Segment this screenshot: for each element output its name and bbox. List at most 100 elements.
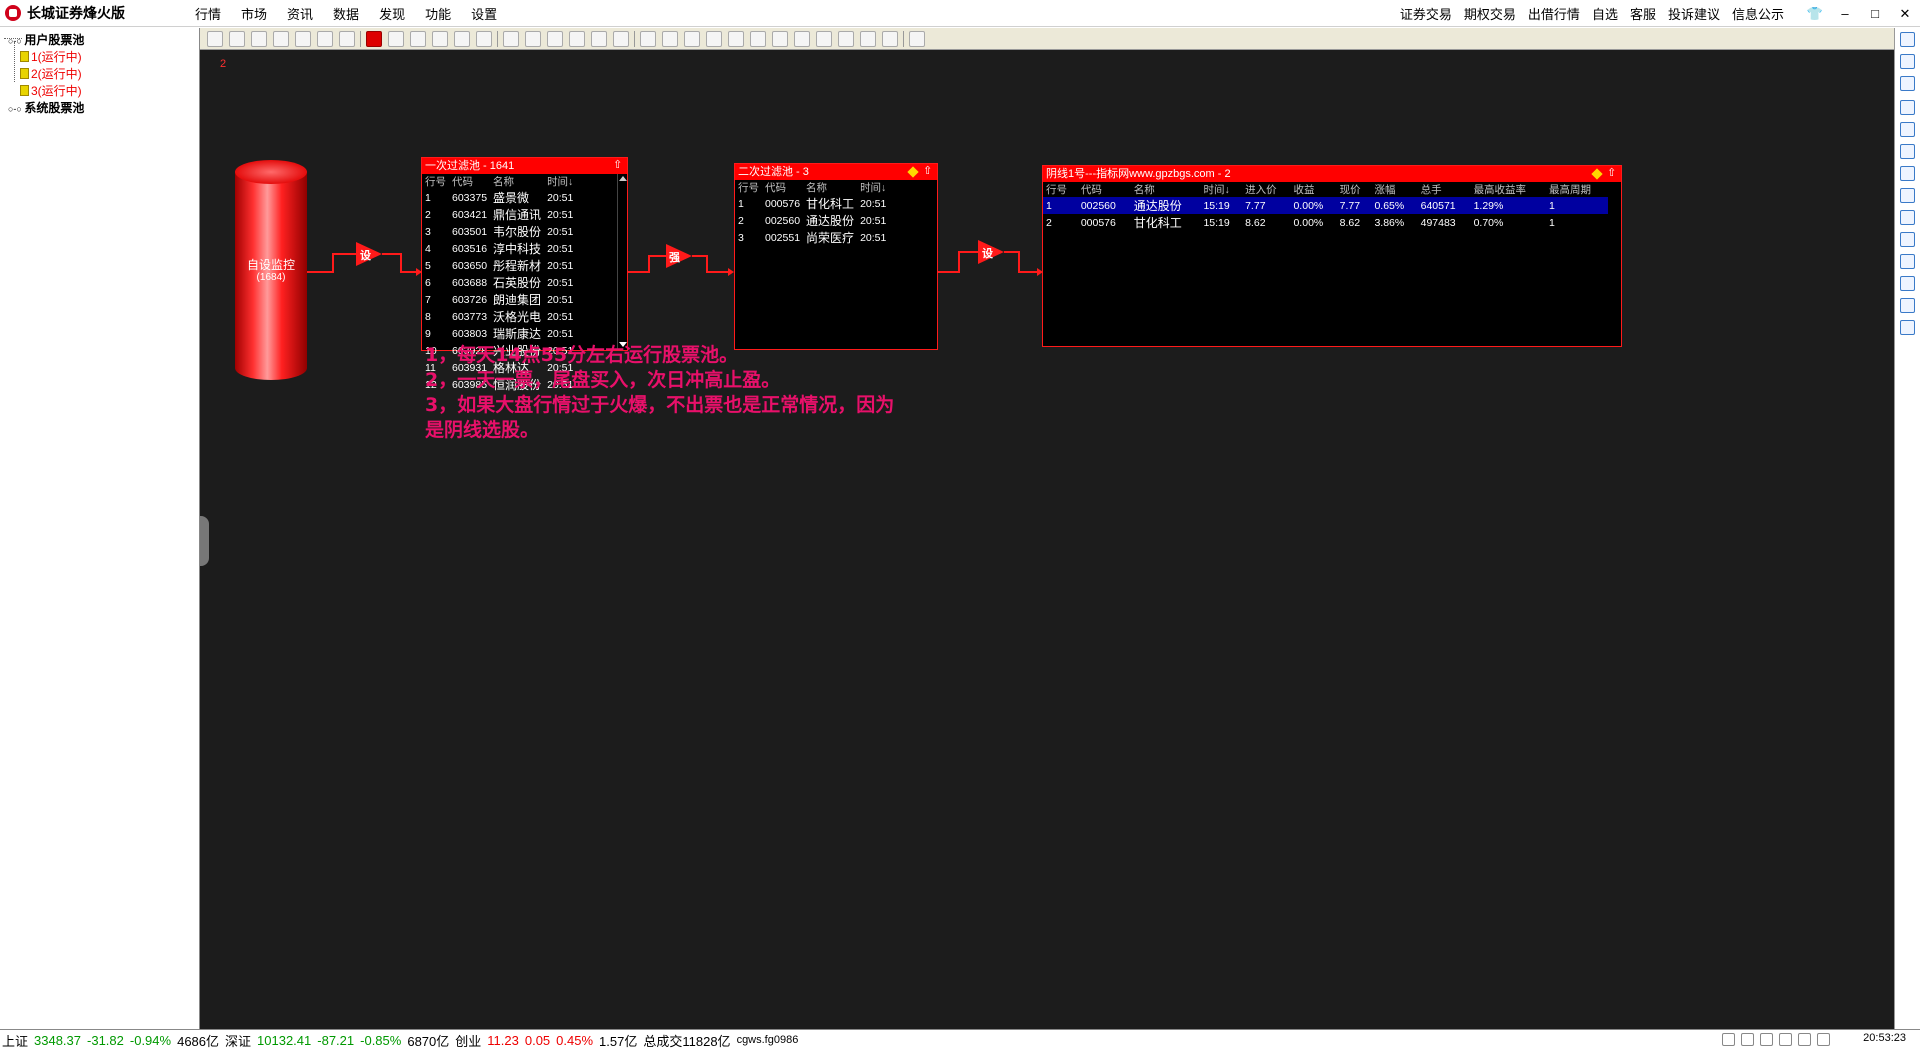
cy-label[interactable]: 创业 bbox=[455, 1031, 481, 1050]
same-width-icon[interactable] bbox=[860, 30, 876, 47]
down-icon[interactable] bbox=[1900, 76, 1915, 91]
back-icon[interactable] bbox=[1900, 32, 1915, 47]
menu-lending-quotes[interactable]: 出借行情 bbox=[1522, 4, 1586, 23]
align-middle-icon[interactable] bbox=[750, 30, 766, 47]
f10-icon[interactable] bbox=[1900, 210, 1915, 225]
col-row[interactable]: 行号 bbox=[735, 180, 762, 195]
table-row[interactable]: 7 603726 朗迪集团 20:51 bbox=[422, 291, 576, 308]
menu-disclosure[interactable]: 信息公示 bbox=[1726, 4, 1790, 23]
menu-watchlist[interactable]: 自选 bbox=[1586, 4, 1624, 23]
notes-icon[interactable] bbox=[1760, 1033, 1773, 1046]
col-name[interactable]: 名称 bbox=[803, 180, 857, 195]
network-icon[interactable] bbox=[1817, 1033, 1830, 1046]
filter-tool-icon[interactable] bbox=[432, 30, 448, 47]
close-button[interactable]: ✕ bbox=[1890, 6, 1920, 22]
circle-tool-icon[interactable] bbox=[569, 30, 585, 47]
refresh-icon[interactable] bbox=[1722, 1033, 1735, 1046]
align-bottom-icon[interactable] bbox=[772, 30, 788, 47]
settings-icon[interactable] bbox=[1900, 320, 1915, 335]
new-icon[interactable] bbox=[207, 30, 223, 47]
table-row[interactable]: 5 603650 彤程新材 20:51 bbox=[422, 257, 576, 274]
menu-item-discover[interactable]: 发现 bbox=[369, 4, 415, 23]
line-tool-icon[interactable] bbox=[525, 30, 541, 47]
ellipse-tool-icon[interactable] bbox=[613, 30, 629, 47]
arrow-tool-icon[interactable] bbox=[454, 30, 470, 47]
flow-canvas[interactable]: 2 自设监控 (1684) 设 一次过滤池 - 1641 ⇧ 行号 代码 名称 … bbox=[200, 28, 1894, 1029]
filter-pool-1-panel[interactable]: 一次过滤池 - 1641 ⇧ 行号 代码 名称 时间↓ 1 603375 盛景微 20… bbox=[421, 157, 628, 392]
menu-item-news[interactable]: 资讯 bbox=[277, 4, 323, 23]
table-row[interactable]: 6 603688 石英股份 20:51 bbox=[422, 274, 576, 291]
skin-icon[interactable]: 👕 bbox=[1800, 6, 1830, 22]
tree-item-pool-3[interactable]: 3(运行中) bbox=[20, 82, 82, 99]
col-change-pct[interactable]: 涨幅 bbox=[1371, 182, 1417, 197]
menu-item-market[interactable]: 市场 bbox=[231, 4, 277, 23]
pool-tool-icon[interactable] bbox=[410, 30, 426, 47]
up-icon[interactable] bbox=[1900, 54, 1915, 69]
col-name[interactable]: 名称 bbox=[490, 174, 544, 189]
col-max-return[interactable]: 最高收益率 bbox=[1471, 182, 1546, 197]
col-time[interactable]: 时间↓ bbox=[1200, 182, 1242, 197]
fund-flow-icon[interactable] bbox=[1900, 276, 1915, 291]
col-current-price[interactable]: 现价 bbox=[1337, 182, 1372, 197]
delete-icon[interactable] bbox=[273, 30, 289, 47]
tree-root-user-pool[interactable]: ○-○ 用户股票池 bbox=[8, 31, 84, 48]
col-time[interactable]: 时间↓ bbox=[857, 180, 889, 195]
copy-icon[interactable] bbox=[640, 30, 656, 47]
menu-complaints[interactable]: 投诉建议 bbox=[1662, 4, 1726, 23]
tree-root-system-pool[interactable]: ○-○ 系统股票池 bbox=[8, 99, 84, 116]
menu-customer-service[interactable]: 客服 bbox=[1624, 4, 1662, 23]
align-left-icon[interactable] bbox=[794, 30, 810, 47]
vertical-scrollbar[interactable] bbox=[617, 174, 627, 350]
align-top-icon[interactable] bbox=[728, 30, 744, 47]
col-row[interactable]: 行号 bbox=[422, 174, 449, 189]
list-icon[interactable] bbox=[1900, 188, 1915, 203]
pointer-tool-icon[interactable] bbox=[366, 30, 382, 47]
same-height-icon[interactable] bbox=[882, 30, 898, 47]
settings-diamond-icon[interactable] bbox=[1591, 168, 1603, 180]
table-row[interactable]: 2 000576 甘化科工 15:19 8.62 0.00% 8.62 3.86% 497483… bbox=[1043, 214, 1608, 231]
menu-item-data[interactable]: 数据 bbox=[323, 4, 369, 23]
news-icon[interactable] bbox=[1900, 254, 1915, 269]
minimize-button[interactable]: – bbox=[1830, 6, 1860, 21]
align-right-icon[interactable] bbox=[838, 30, 854, 47]
yin-line-pool-panel[interactable]: 阴线1号---指标网www.gpzbgs.com - 2 ⇧ 行号 代码 名称 … bbox=[1042, 165, 1622, 347]
col-time[interactable]: 时间↓ bbox=[544, 174, 576, 189]
print-icon[interactable] bbox=[909, 30, 925, 47]
table-row[interactable]: 8 603773 沃格光电 20:51 bbox=[422, 308, 576, 325]
collapse-icon[interactable]: ⇧ bbox=[613, 159, 623, 171]
collapse-icon[interactable]: ⇧ bbox=[1607, 167, 1617, 179]
col-code[interactable]: 代码 bbox=[449, 174, 490, 189]
pause-icon[interactable] bbox=[317, 30, 333, 47]
run-icon[interactable] bbox=[295, 30, 311, 47]
save-icon[interactable] bbox=[251, 30, 267, 47]
sz-label[interactable]: 深证 bbox=[225, 1031, 251, 1050]
settings-diamond-icon[interactable] bbox=[907, 166, 919, 178]
menu-item-functions[interactable]: 功能 bbox=[415, 4, 461, 23]
col-volume[interactable]: 总手 bbox=[1418, 182, 1471, 197]
menu-securities-trading[interactable]: 证券交易 bbox=[1394, 4, 1458, 23]
rect-tool-icon[interactable] bbox=[388, 30, 404, 47]
diamond-tool-icon[interactable] bbox=[591, 30, 607, 47]
scroll-up-icon[interactable] bbox=[619, 176, 627, 181]
table-row[interactable]: 2 002560 通达股份 20:51 bbox=[735, 212, 889, 229]
stop-icon[interactable] bbox=[339, 30, 355, 47]
col-code[interactable]: 代码 bbox=[762, 180, 803, 195]
monitor-pool-cylinder[interactable]: 自设监控 (1684) bbox=[235, 160, 307, 380]
menu-item-quotes[interactable]: 行情 bbox=[185, 4, 231, 23]
message-icon[interactable] bbox=[1741, 1033, 1754, 1046]
tree-item-pool-2[interactable]: 2(运行中) bbox=[20, 65, 82, 82]
table-row[interactable]: 1 002560 通达股份 15:19 7.77 0.00% 7.77 0.65% 640571… bbox=[1043, 197, 1608, 214]
menu-options-trading[interactable]: 期权交易 bbox=[1458, 4, 1522, 23]
formula-icon[interactable] bbox=[1900, 298, 1915, 313]
help-icon[interactable] bbox=[1779, 1033, 1792, 1046]
sh-label[interactable]: 上证 bbox=[2, 1031, 28, 1050]
table-row[interactable]: 4 603516 淳中科技 20:51 bbox=[422, 240, 576, 257]
kline-icon[interactable] bbox=[1900, 166, 1915, 181]
tree-item-pool-1[interactable]: 1(运行中) bbox=[20, 48, 82, 65]
alert-icon[interactable] bbox=[1798, 1033, 1811, 1046]
paste-icon[interactable] bbox=[662, 30, 678, 47]
open-icon[interactable] bbox=[229, 30, 245, 47]
clipboard-icon[interactable] bbox=[684, 30, 700, 47]
report-icon[interactable] bbox=[1900, 232, 1915, 247]
collapse-icon[interactable]: ⇧ bbox=[923, 165, 933, 177]
